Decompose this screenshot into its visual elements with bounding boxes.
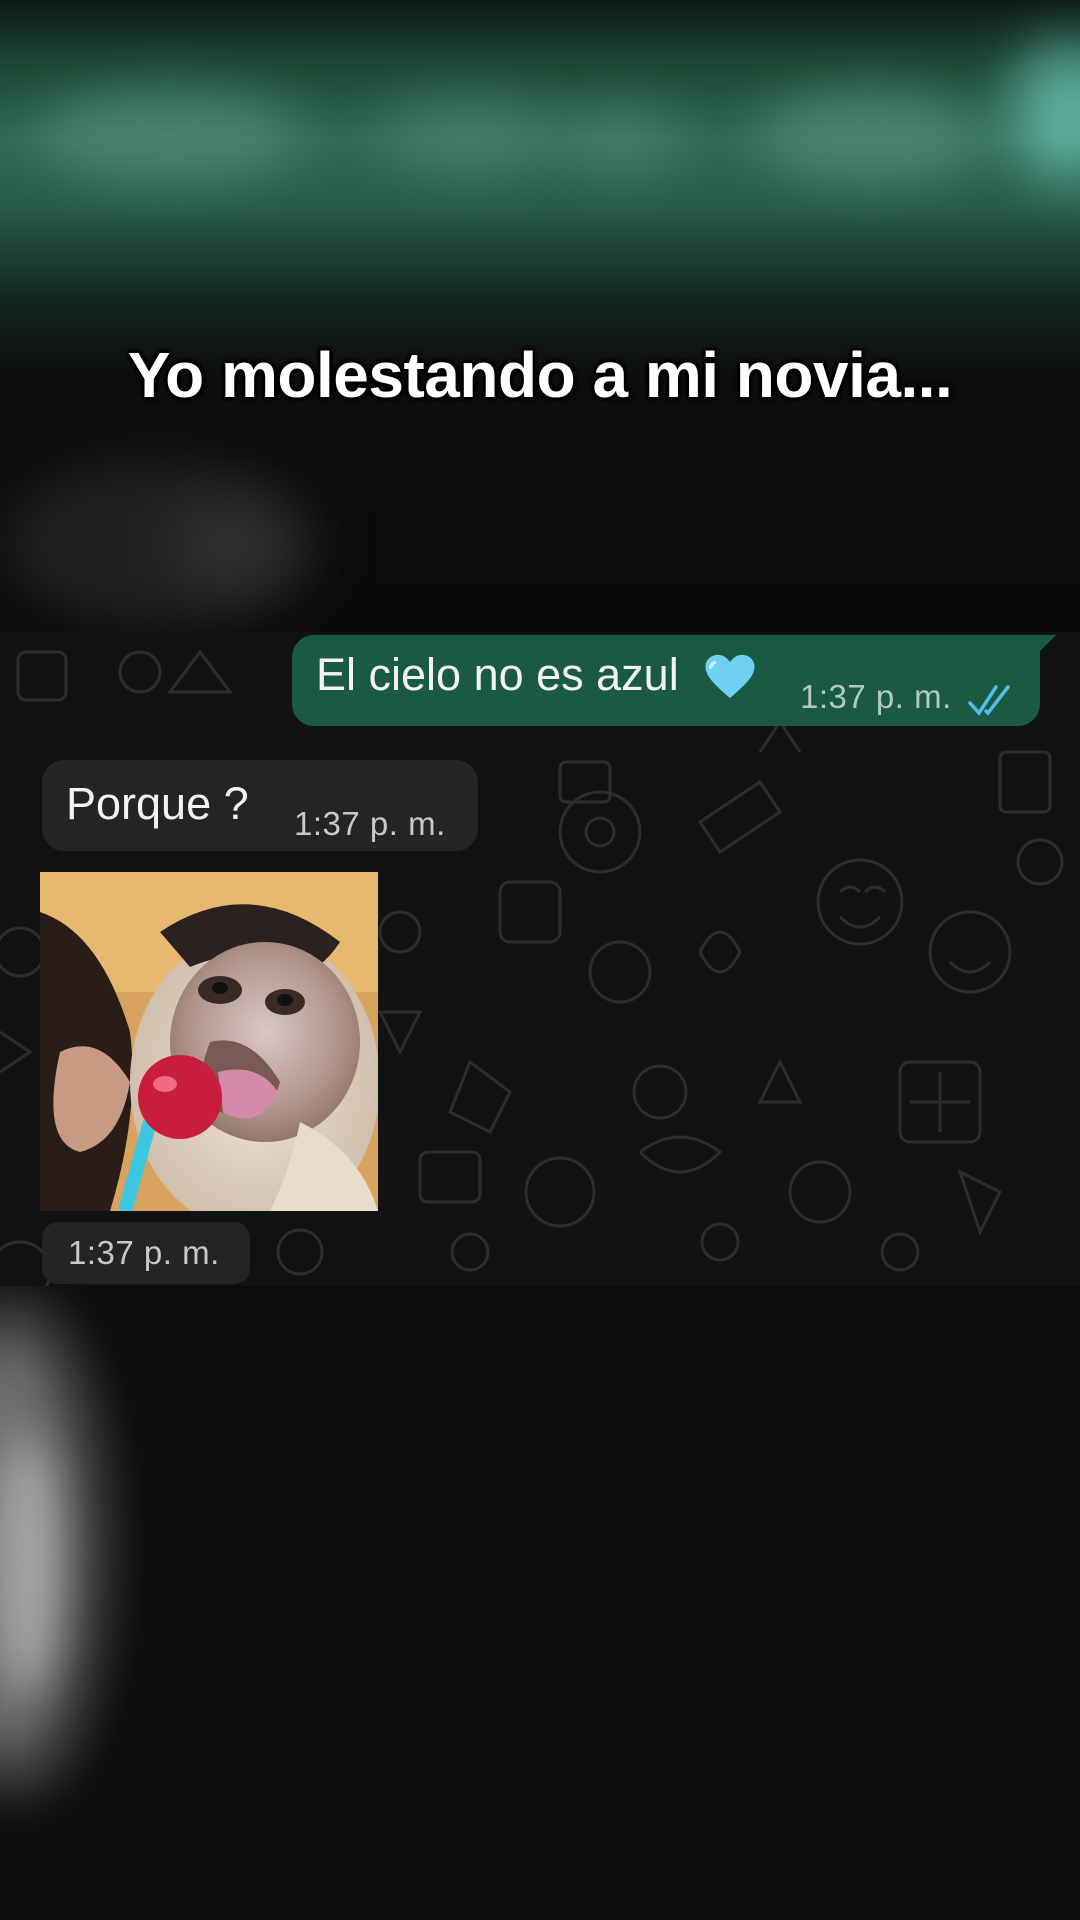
bubble-tail [1030,635,1056,661]
monkey-lollipop-image [40,872,378,1211]
blurred-shape [40,90,300,180]
read-double-check-icon [968,685,1010,716]
blurred-shape [0,1436,60,1696]
video-caption: Yo molestando a mi novia... [127,339,953,411]
message-text: Porque ? [66,778,249,829]
message-time: 1:37 p. m. [294,805,446,842]
blurred-shape [380,95,560,175]
outgoing-message-bubble[interactable]: El cielo no es azul 1:37 p. m. [292,635,1040,726]
light-blue-heart-icon [705,654,755,698]
blurred-header-background [0,0,1080,640]
chat-screenshot: El cielo no es azul 1:37 p. m. Porque ? … [0,632,1080,1286]
sticker-time-badge: 1:37 p. m. [42,1222,250,1284]
blurred-shape [170,500,290,590]
blurred-shape [560,105,680,175]
blurred-footer-background [0,1286,1080,1920]
blurred-shape [760,90,980,180]
blurred-shape [1010,40,1080,180]
incoming-message-bubble[interactable]: Porque ? 1:37 p. m. [42,760,478,851]
monkey-lollipop-sticker[interactable] [40,872,378,1211]
message-time: 1:37 p. m. [800,678,952,715]
message-time: 1:37 p. m. [68,1234,220,1271]
message-text: El cielo no es azul [316,649,679,700]
